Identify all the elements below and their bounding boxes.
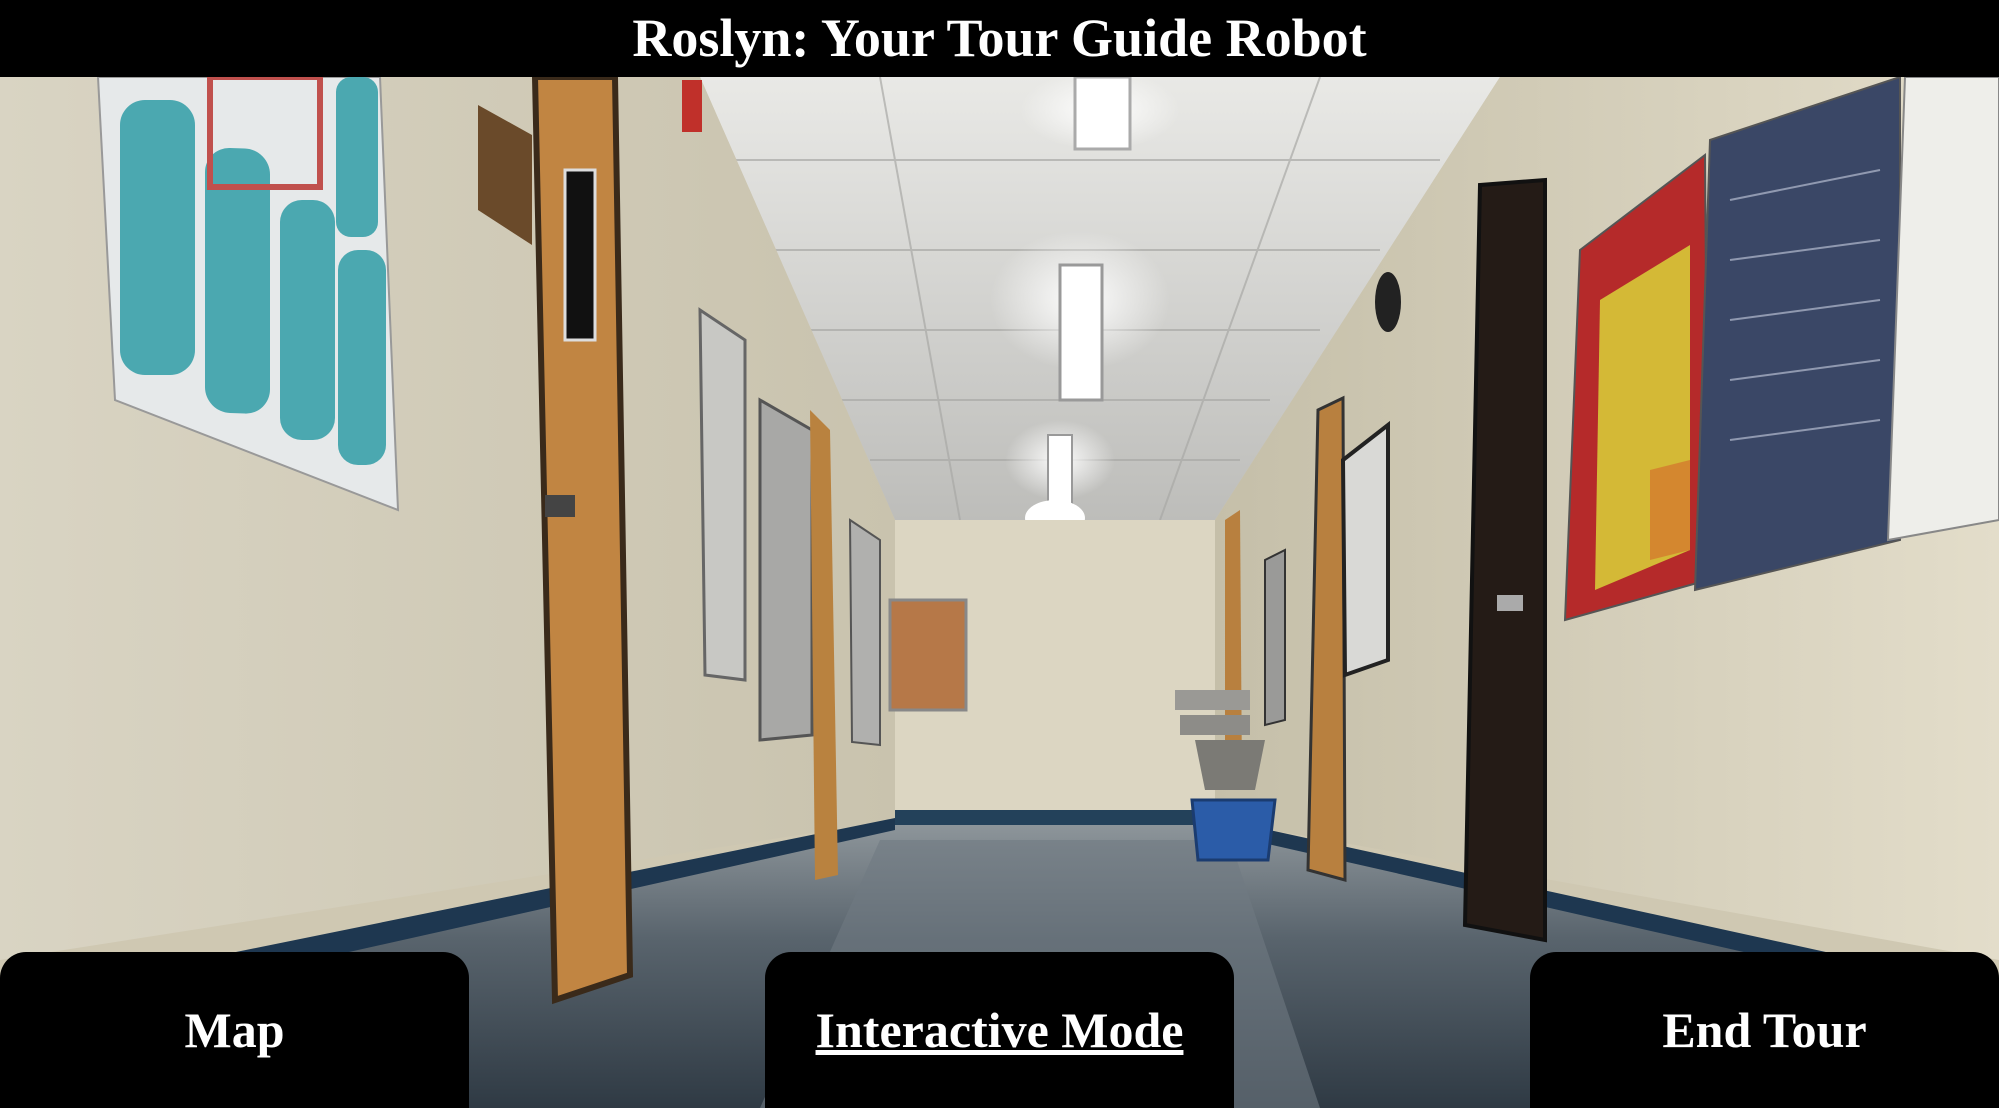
app-title: Roslyn: Your Tour Guide Robot <box>632 8 1367 68</box>
interactive-mode-button-label: Interactive Mode <box>815 1002 1184 1058</box>
end-tour-button-label: End Tour <box>1662 1002 1867 1058</box>
interactive-mode-button[interactable]: Interactive Mode <box>765 952 1234 1108</box>
map-button[interactable]: Map <box>0 952 469 1108</box>
title-bar: Roslyn: Your Tour Guide Robot <box>0 0 1999 77</box>
map-button-label: Map <box>184 1002 285 1058</box>
end-tour-button[interactable]: End Tour <box>1530 952 1999 1108</box>
